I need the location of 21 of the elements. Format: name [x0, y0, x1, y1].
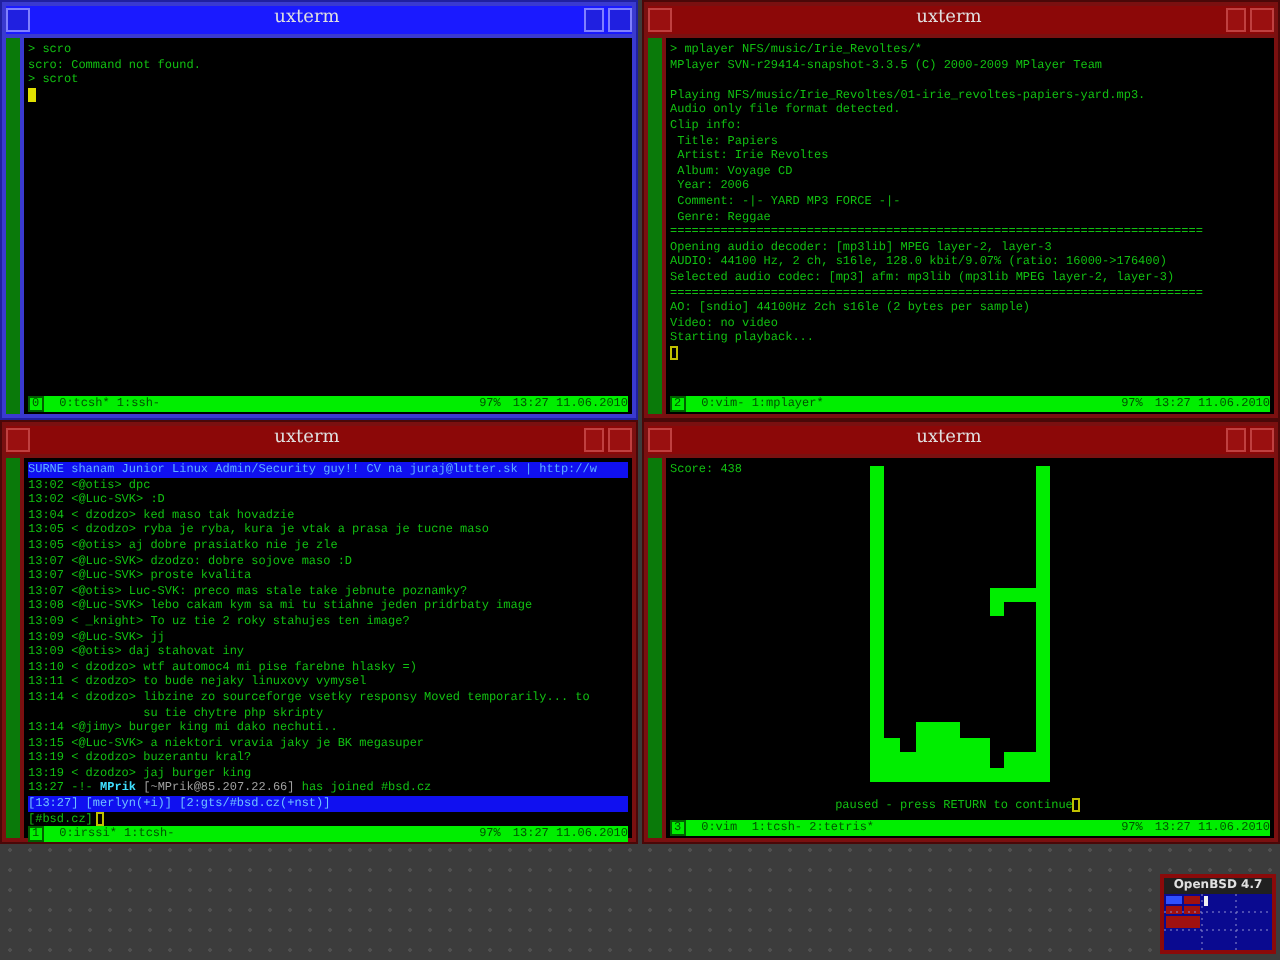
scrollbar[interactable] — [648, 38, 662, 414]
scrollbar[interactable] — [6, 38, 20, 414]
window-title: uxterm — [272, 6, 342, 33]
minimize-button[interactable] — [1226, 8, 1246, 32]
desktop-thumbnails-drawing — [1164, 894, 1272, 950]
maximize-button[interactable] — [1250, 8, 1274, 32]
window-title: uxterm — [914, 6, 984, 33]
window-menu-button[interactable] — [648, 8, 672, 32]
minimize-button[interactable] — [1226, 428, 1246, 452]
window-menu-button[interactable] — [6, 8, 30, 32]
maximize-button[interactable] — [608, 8, 632, 32]
window-title: uxterm — [914, 426, 984, 453]
window-menu-button[interactable] — [648, 428, 672, 452]
maximize-button[interactable] — [608, 428, 632, 452]
minimize-button[interactable] — [584, 8, 604, 32]
window-menu-button[interactable] — [6, 428, 30, 452]
maximize-button[interactable] — [1250, 428, 1274, 452]
minimize-button[interactable] — [584, 428, 604, 452]
scrollbar[interactable] — [6, 458, 20, 838]
scrollbar[interactable] — [648, 458, 662, 838]
window-title: uxterm — [272, 426, 342, 453]
